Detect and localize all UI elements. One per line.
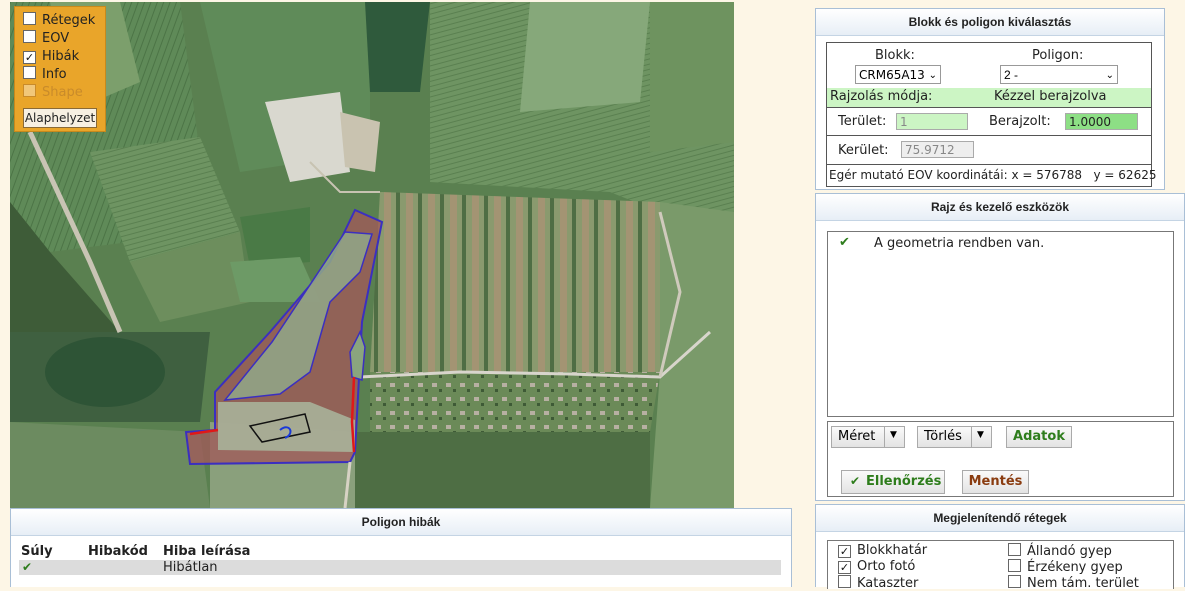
layer-blokkhatar[interactable]: ✓ Blokkhatár [838, 543, 927, 558]
check-icon: ✔ [850, 474, 861, 488]
area-input[interactable]: 1 [896, 113, 968, 130]
delete-dropdown-button[interactable]: Törlés ▼ [917, 426, 992, 448]
checkbox[interactable] [838, 575, 851, 588]
draw-mode-row: Rajzolás módja: Kézzel berajzolva [827, 88, 1151, 107]
layer-item-retegek[interactable]: Rétegek [23, 12, 95, 30]
chevron-down-icon: ⌄ [928, 70, 937, 81]
checkbox[interactable] [1008, 575, 1021, 588]
error-description: Hibátlan [163, 560, 218, 575]
panel-title: Rajz és kezelő eszközök [816, 194, 1184, 221]
checkbox[interactable] [23, 30, 36, 43]
display-layers-panel: Megjelenítendő rétegek ✓ Blokkhatár ✓ Orto… [815, 504, 1185, 591]
column-header-weight: Súly [21, 544, 53, 559]
checkbox[interactable] [1008, 559, 1021, 572]
layer-erzekeny-gyep[interactable]: Érzékeny gyep [1008, 559, 1123, 575]
block-form: Blokk: Poligon: CRM65A13 ⌄ 2 - ⌄ Rajzolá… [826, 42, 1156, 187]
layer-allando-gyep[interactable]: Állandó gyep [1008, 543, 1112, 559]
checkbox-checked[interactable]: ✓ [23, 51, 36, 64]
perimeter-input[interactable]: 75.9712 [901, 141, 974, 158]
map-layer-toggle-box: Rétegek EOV ✓ Hibák Info Shape Alaphelyze… [14, 6, 106, 132]
chevron-down-icon: ⌄ [1105, 70, 1114, 81]
checkbox[interactable] [1008, 543, 1021, 556]
caret-down-icon: ▼ [977, 430, 984, 440]
validate-button[interactable]: ✔ Ellenőrzés [841, 470, 945, 494]
data-button[interactable]: Adatok [1006, 426, 1072, 448]
orthophoto-map[interactable] [10, 2, 734, 508]
area-label: Terület: [838, 114, 887, 129]
status-message: A geometria rendben van. [874, 236, 1045, 251]
checkbox-checked[interactable]: ✓ [838, 561, 851, 574]
drawn-input[interactable]: 1.0000 [1065, 113, 1138, 130]
layer-item-hibak[interactable]: ✓ Hibák [23, 48, 79, 66]
column-header-code: Hibakód [88, 544, 148, 559]
panel-title: Megjelenítendő rétegek [816, 505, 1184, 532]
checkbox[interactable] [23, 12, 36, 25]
perimeter-label: Kerület: [838, 143, 889, 158]
panel-title: Poligon hibák [11, 509, 791, 536]
draw-mode-value: Kézzel berajzolva [994, 89, 1107, 104]
column-header-description: Hiba leírása [163, 544, 251, 559]
layer-item-eov[interactable]: EOV [23, 30, 69, 48]
polygon-select[interactable]: 2 - ⌄ [1000, 65, 1118, 84]
layer-list: ✓ Blokkhatár ✓ Orto fotó Kataszter Állandó… [827, 540, 1174, 591]
save-button[interactable]: Mentés [962, 470, 1029, 494]
size-dropdown-button[interactable]: Méret ▼ [831, 426, 905, 448]
map-view[interactable] [10, 2, 734, 508]
draw-mode-label: Rajzolás módja: [830, 89, 933, 104]
layer-item-shape: Shape [23, 84, 83, 102]
layer-nem-tam-terulet[interactable]: Nem tám. terület [1008, 575, 1139, 591]
polygon-errors-panel: Poligon hibák Súly Hibakód Hiba leírása … [10, 508, 792, 587]
tools-bar: Méret ▼ Törlés ▼ Adatok ✔ Ellenőrzés Men… [827, 421, 1174, 497]
check-icon: ✔ [839, 235, 850, 250]
drawn-label: Berajzolt: [989, 114, 1051, 129]
drawing-tools-panel: Rajz és kezelő eszközök ✔ A geometria re… [815, 193, 1185, 501]
layer-orto-foto[interactable]: ✓ Orto fotó [838, 559, 915, 574]
layer-kataszter[interactable]: Kataszter [838, 575, 918, 591]
checkbox-checked[interactable]: ✓ [838, 545, 851, 558]
table-row: ✔ Hibátlan [19, 560, 781, 575]
layer-item-info[interactable]: Info [23, 66, 67, 84]
panel-title: Blokk és poligon kiválasztás [816, 9, 1164, 36]
polygon-label: Poligon: [1032, 48, 1084, 63]
checkbox[interactable] [23, 66, 36, 79]
mouse-coordinates: Egér mutató EOV koordinátái: x = 576788 … [829, 168, 1157, 182]
message-area: ✔ A geometria rendben van. [827, 231, 1174, 417]
block-label: Blokk: [875, 48, 915, 63]
check-icon: ✔ [22, 560, 33, 574]
checkbox-disabled [23, 84, 36, 97]
reset-view-button[interactable]: Alaphelyzet [23, 108, 97, 128]
block-polygon-panel: Blokk és poligon kiválasztás Blokk: Poli… [815, 8, 1165, 190]
caret-down-icon: ▼ [890, 430, 897, 440]
block-select[interactable]: CRM65A13 ⌄ [855, 65, 941, 84]
